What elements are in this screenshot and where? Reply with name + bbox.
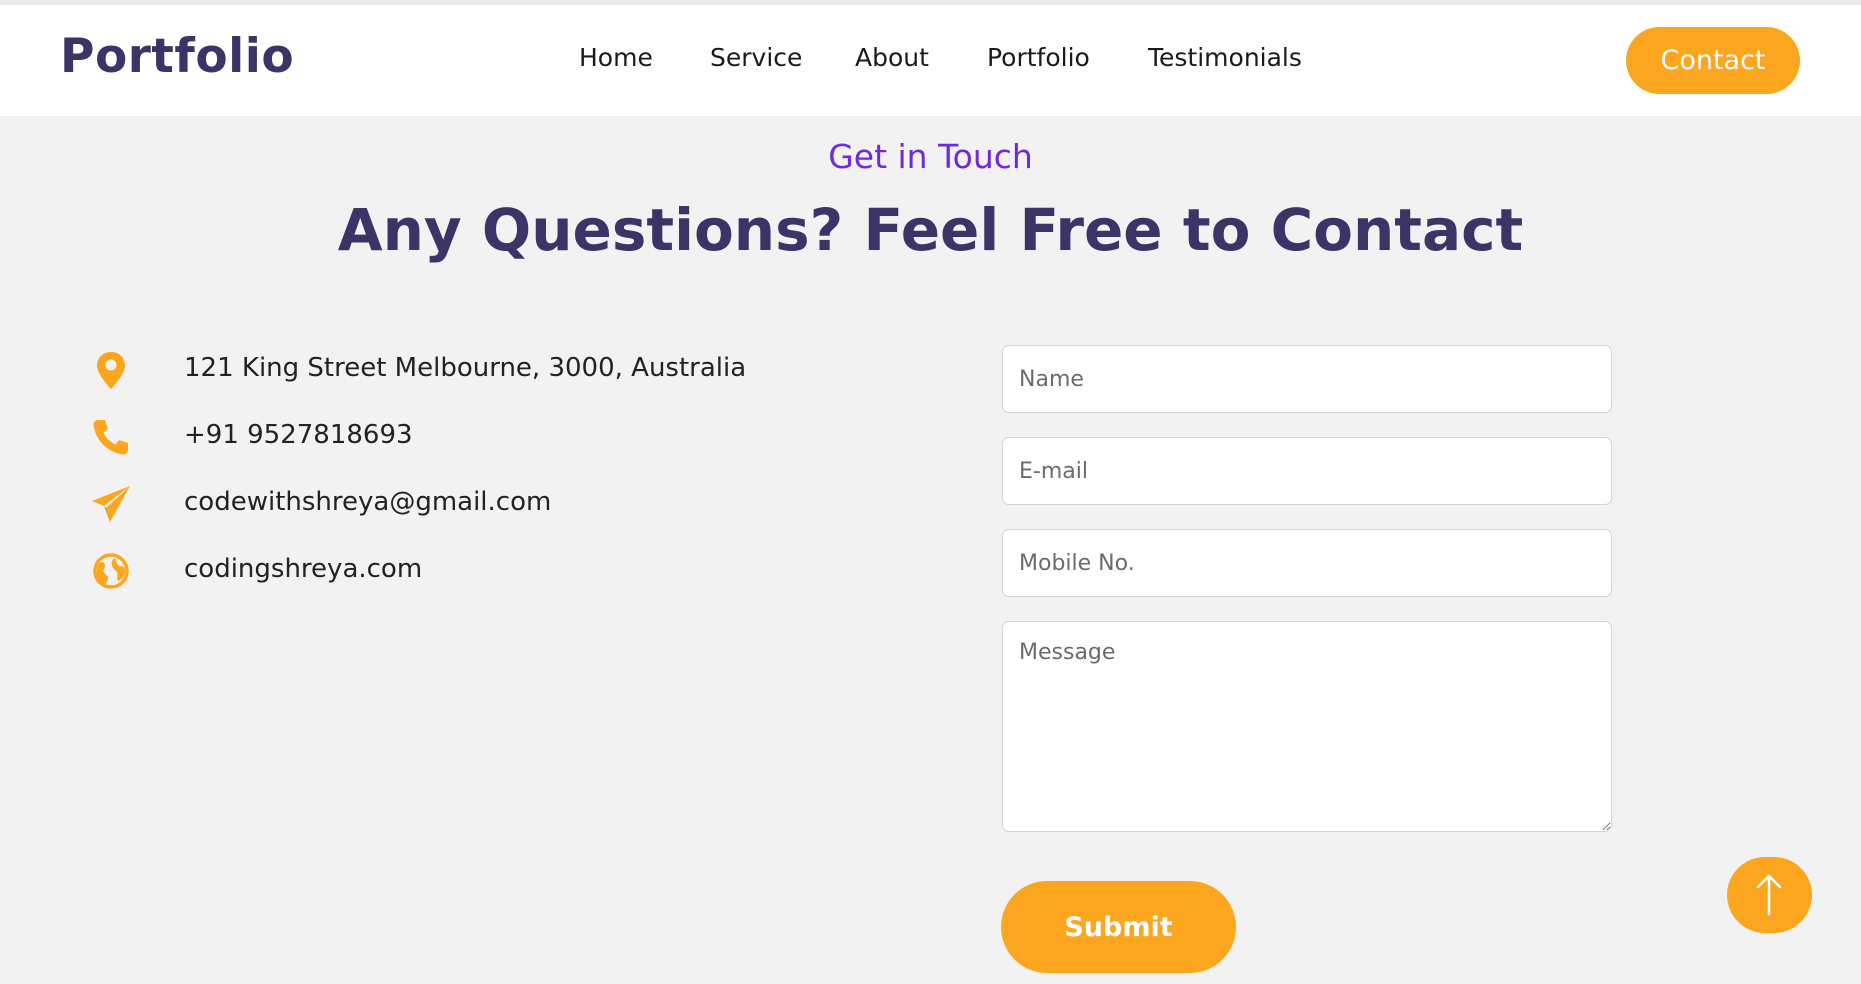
section-eyebrow: Get in Touch xyxy=(828,137,1033,176)
section-title: Any Questions? Feel Free to Contact xyxy=(337,196,1524,264)
location-pin-icon xyxy=(90,349,132,391)
submit-button[interactable]: Submit xyxy=(1001,881,1236,973)
info-email: codewithshreya@gmail.com xyxy=(90,479,850,529)
phone-text: +91 9527818693 xyxy=(184,420,413,450)
info-address: 121 King Street Melbourne, 3000, Austral… xyxy=(90,345,850,395)
nav-about[interactable]: About xyxy=(855,43,929,72)
main-nav: Home Service About Portfolio Testimonial… xyxy=(0,5,1861,116)
email-text: codewithshreya@gmail.com xyxy=(184,487,552,517)
info-website: codingshreya.com xyxy=(90,546,850,596)
address-text: 121 King Street Melbourne, 3000, Austral… xyxy=(184,353,747,383)
nav-home[interactable]: Home xyxy=(579,43,653,72)
contact-button[interactable]: Contact xyxy=(1626,27,1800,94)
site-header: Portfolio Home Service About Portfolio T… xyxy=(0,5,1861,116)
message-textarea[interactable] xyxy=(1002,621,1612,832)
arrow-up-icon xyxy=(1756,874,1782,916)
globe-icon xyxy=(90,550,132,592)
email-input[interactable] xyxy=(1002,437,1612,505)
nav-portfolio[interactable]: Portfolio xyxy=(987,43,1090,72)
nav-service[interactable]: Service xyxy=(710,43,802,72)
scroll-to-top-button[interactable] xyxy=(1727,857,1812,933)
nav-testimonials[interactable]: Testimonials xyxy=(1148,43,1302,72)
website-text: codingshreya.com xyxy=(184,554,423,584)
mobile-input[interactable] xyxy=(1002,529,1612,597)
info-phone: +91 9527818693 xyxy=(90,412,850,462)
name-input[interactable] xyxy=(1002,345,1612,413)
paper-plane-icon xyxy=(90,483,132,525)
phone-icon xyxy=(90,416,132,458)
